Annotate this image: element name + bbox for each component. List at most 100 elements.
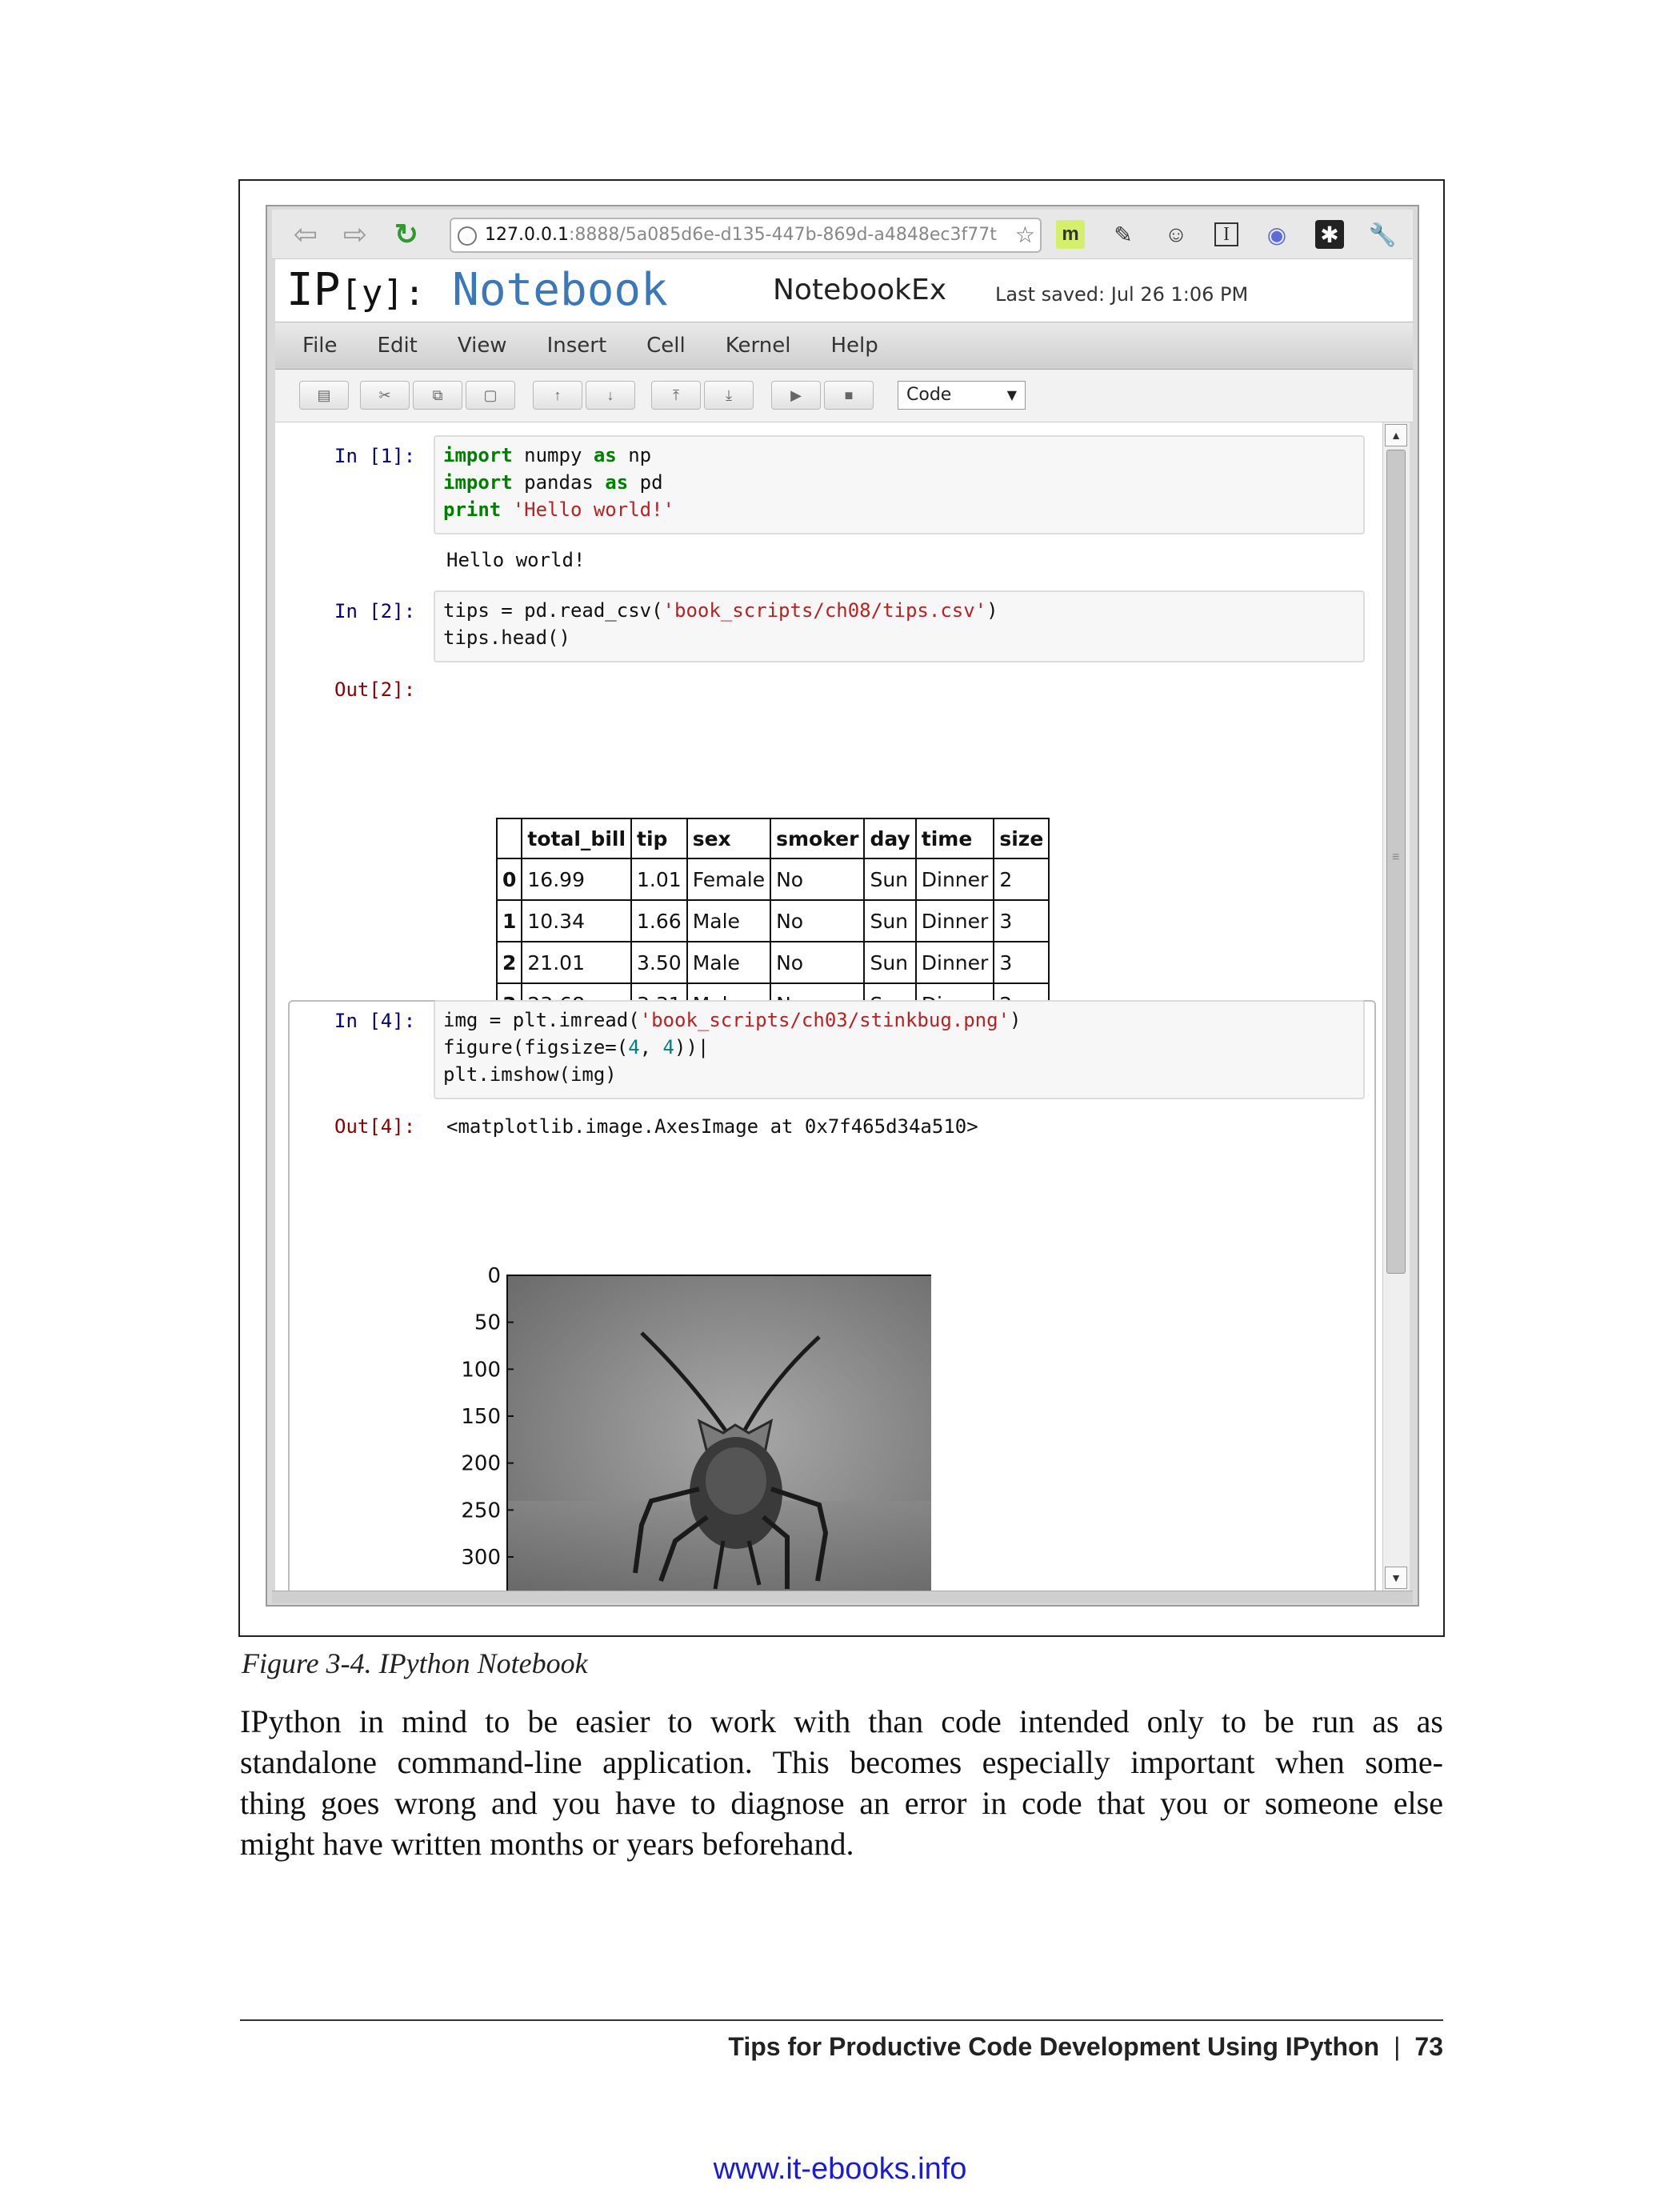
- cell-4-input[interactable]: img = plt.imread('book_scripts/ch03/stin…: [434, 1000, 1365, 1099]
- header-cell: total_bill: [521, 818, 633, 859]
- notebook-scrollbar[interactable]: ▲ ≡ ▼: [1382, 422, 1410, 1591]
- header-cell: tip: [630, 818, 688, 859]
- bookmark-star-icon[interactable]: ☆: [1015, 219, 1035, 251]
- cut-icon[interactable]: ✂: [360, 381, 410, 410]
- logo-y: [y]:: [340, 273, 426, 314]
- menu-cell[interactable]: Cell: [646, 334, 686, 358]
- run-icon[interactable]: ▶: [771, 381, 821, 410]
- insert-below-icon[interactable]: ⤓: [704, 381, 754, 410]
- paragraph-line: standalone command-line application. Thi…: [240, 1744, 1443, 1780]
- y-tick-label: 50: [474, 1311, 501, 1335]
- y-axis-ticks: 050100150200250300350: [461, 1264, 514, 1570]
- header-cell: time: [914, 818, 995, 859]
- header-cell: smoker: [770, 818, 866, 859]
- table-row: 2 21.01 3.50 Male No Sun Dinner 3: [495, 941, 1050, 984]
- y-tick-label: 200: [461, 1452, 501, 1476]
- row-index: 1: [495, 899, 523, 942]
- copy-icon[interactable]: ⧉: [413, 381, 462, 410]
- paragraph-line: IPython in mind to be easier to work wit…: [240, 1703, 1443, 1739]
- paragraph-line: might have written months or years befor…: [240, 1826, 854, 1862]
- cell-2-code: tips = pd.read_csv('book_scripts/ch08/ti…: [443, 599, 998, 649]
- stop-icon[interactable]: ■: [824, 381, 874, 410]
- scroll-thumb[interactable]: ≡: [1386, 450, 1406, 1274]
- table-cell: Dinner: [914, 941, 995, 984]
- header-cell: day: [863, 818, 917, 859]
- address-bar[interactable]: 127.0.0.1:8888/5a085d6e-d135-447b-869d-a…: [450, 218, 1042, 253]
- cell-4-prompt: In [4]:: [334, 1010, 416, 1032]
- table-cell: Dinner: [914, 858, 995, 901]
- y-tick-label: 300: [461, 1546, 501, 1570]
- paragraph-line: thing goes wrong and you have to diagnos…: [240, 1785, 1443, 1821]
- info-icon[interactable]: I: [1214, 222, 1238, 246]
- cookie-icon[interactable]: ☺: [1162, 220, 1190, 249]
- scroll-down-icon[interactable]: ▼: [1385, 1567, 1407, 1589]
- table-cell: Male: [686, 899, 772, 942]
- move-up-icon[interactable]: ↑: [533, 381, 582, 410]
- cell-type-select[interactable]: Code ▼: [898, 381, 1026, 410]
- extension-icons: m ✎ ☺ I ◉ ✱ 🔧: [1056, 218, 1408, 251]
- menu-help[interactable]: Help: [830, 334, 878, 358]
- menu-view[interactable]: View: [458, 334, 507, 358]
- y-tick-label: 100: [461, 1358, 501, 1382]
- menu-file[interactable]: File: [302, 334, 338, 358]
- cell-4-out-prompt: Out[4]:: [334, 1115, 416, 1138]
- forward-arrow-icon[interactable]: ⇨: [336, 218, 374, 251]
- insert-above-icon[interactable]: ⤒: [651, 381, 701, 410]
- table-cell: Female: [686, 858, 772, 901]
- table-cell: Sun: [863, 858, 917, 901]
- menu-insert[interactable]: Insert: [547, 334, 607, 358]
- menu-edit[interactable]: Edit: [378, 334, 418, 358]
- table-header-row: total_bill tip sex smoker day time size: [495, 818, 1050, 859]
- table-cell: Male: [686, 941, 772, 984]
- body-paragraph: IPython in mind to be easier to work wit…: [240, 1701, 1443, 1864]
- m-icon[interactable]: m: [1056, 220, 1085, 249]
- save-icon[interactable]: ▤: [299, 381, 349, 410]
- back-arrow-icon[interactable]: ⇦: [286, 218, 325, 251]
- cell-4-output: <matplotlib.image.AxesImage at 0x7f465d3…: [446, 1115, 978, 1138]
- reload-icon[interactable]: ↻: [387, 218, 426, 251]
- cell-1-input[interactable]: import numpy as np import pandas as pd p…: [434, 435, 1365, 534]
- globe-icon[interactable]: ◉: [1262, 220, 1291, 249]
- move-down-icon[interactable]: ↓: [586, 381, 635, 410]
- menu-bar: File Edit View Insert Cell Kernel Help: [275, 322, 1413, 370]
- table-cell: 3: [993, 941, 1050, 984]
- table-cell: 3: [993, 899, 1050, 942]
- cell-2-input[interactable]: tips = pd.read_csv('book_scripts/ch08/ti…: [434, 590, 1365, 662]
- footer-title: Tips for Productive Code Development Usi…: [728, 2032, 1380, 2061]
- table-cell: 21.01: [521, 941, 633, 984]
- logo-ip: IP: [286, 264, 341, 316]
- y-tick-label: 250: [461, 1499, 501, 1523]
- browser-toolbar: ⇦ ⇨ ↻ 127.0.0.1:8888/5a085d6e-d135-447b-…: [272, 210, 1413, 259]
- notebook-toolbar: ▤ ✂ ⧉ ▢ ↑ ↓ ⤒ ⤓ ▶ ■ Code ▼: [275, 370, 1413, 422]
- table-row: 0 16.99 1.01 Female No Sun Dinner 2: [495, 858, 1050, 901]
- cell-1-code: import numpy as np import pandas as pd p…: [443, 444, 674, 521]
- pin-icon[interactable]: ✎: [1109, 220, 1138, 249]
- paste-icon[interactable]: ▢: [466, 381, 515, 410]
- table-cell: 16.99: [521, 858, 633, 901]
- stinkbug-image: [507, 1275, 931, 1591]
- ipython-logo[interactable]: IP[y]: Notebook: [286, 264, 668, 316]
- header-cell: size: [993, 818, 1050, 859]
- scroll-up-icon[interactable]: ▲: [1385, 424, 1407, 446]
- cell-2-out-prompt: Out[2]:: [334, 678, 416, 701]
- menu-kernel[interactable]: Kernel: [726, 334, 791, 358]
- header-index: [495, 818, 523, 859]
- y-tick-label: 0: [487, 1264, 501, 1288]
- url-host: 127.0.0.1: [485, 225, 569, 245]
- puzzle-icon[interactable]: ✱: [1315, 220, 1344, 249]
- notebook-body: In [1]: import numpy as np import pandas…: [275, 422, 1382, 1591]
- notebook-name[interactable]: NotebookEx: [773, 274, 946, 306]
- figure-caption: Figure 3-4. IPython Notebook: [242, 1647, 588, 1679]
- browser-window: ⇦ ⇨ ↻ 127.0.0.1:8888/5a085d6e-d135-447b-…: [266, 205, 1419, 1607]
- table-cell: 2: [993, 858, 1050, 901]
- table-cell: 3.50: [630, 941, 688, 984]
- table-cell: No: [770, 899, 866, 942]
- last-saved: Last saved: Jul 26 1:06 PM: [995, 283, 1249, 306]
- wrench-icon[interactable]: 🔧: [1368, 220, 1397, 249]
- source-link[interactable]: www.it-ebooks.info: [0, 2152, 1680, 2187]
- dropdown-arrow-icon: ▼: [1006, 387, 1017, 402]
- table-cell: 10.34: [521, 899, 633, 942]
- imshow-plot: 050100150200250300350 0 100 200 300 400: [461, 1264, 931, 1591]
- table-cell: Sun: [863, 941, 917, 984]
- cell-1-prompt: In [1]:: [334, 445, 416, 467]
